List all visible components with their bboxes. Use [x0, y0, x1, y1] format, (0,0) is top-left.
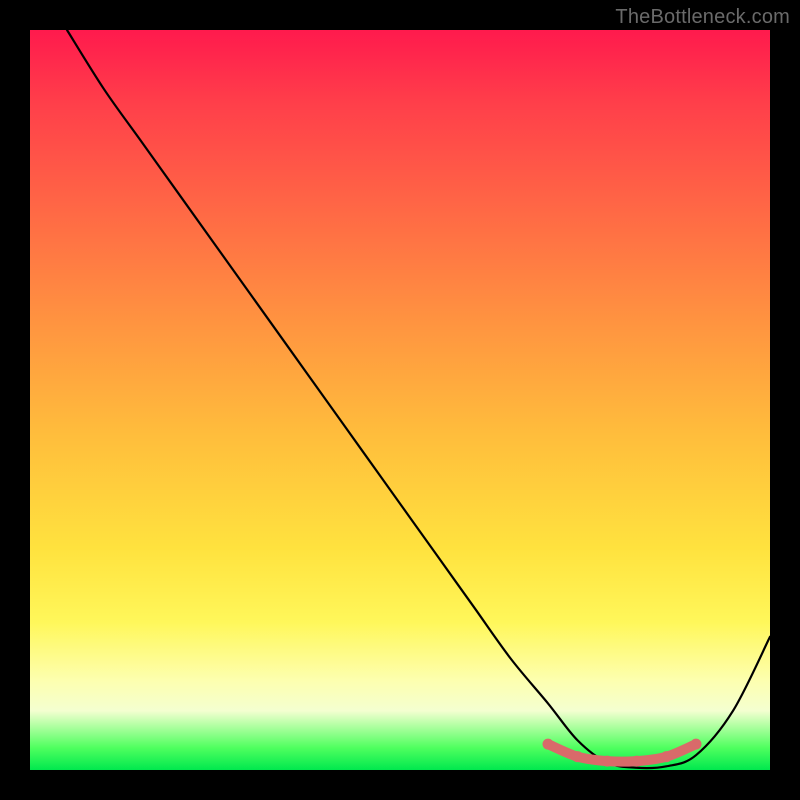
optimal-range-dot [602, 756, 613, 767]
optimal-range-marker [548, 744, 696, 762]
optimal-range-dot [661, 751, 672, 762]
optimal-range-dot [543, 739, 554, 750]
chart-frame [30, 30, 770, 770]
attribution-text: TheBottleneck.com [615, 6, 790, 29]
bottleneck-curve [67, 30, 770, 768]
optimal-range-dot [631, 756, 642, 767]
optimal-range-dot [691, 739, 702, 750]
optimal-range-dot [572, 751, 583, 762]
chart-overlay [30, 30, 770, 770]
